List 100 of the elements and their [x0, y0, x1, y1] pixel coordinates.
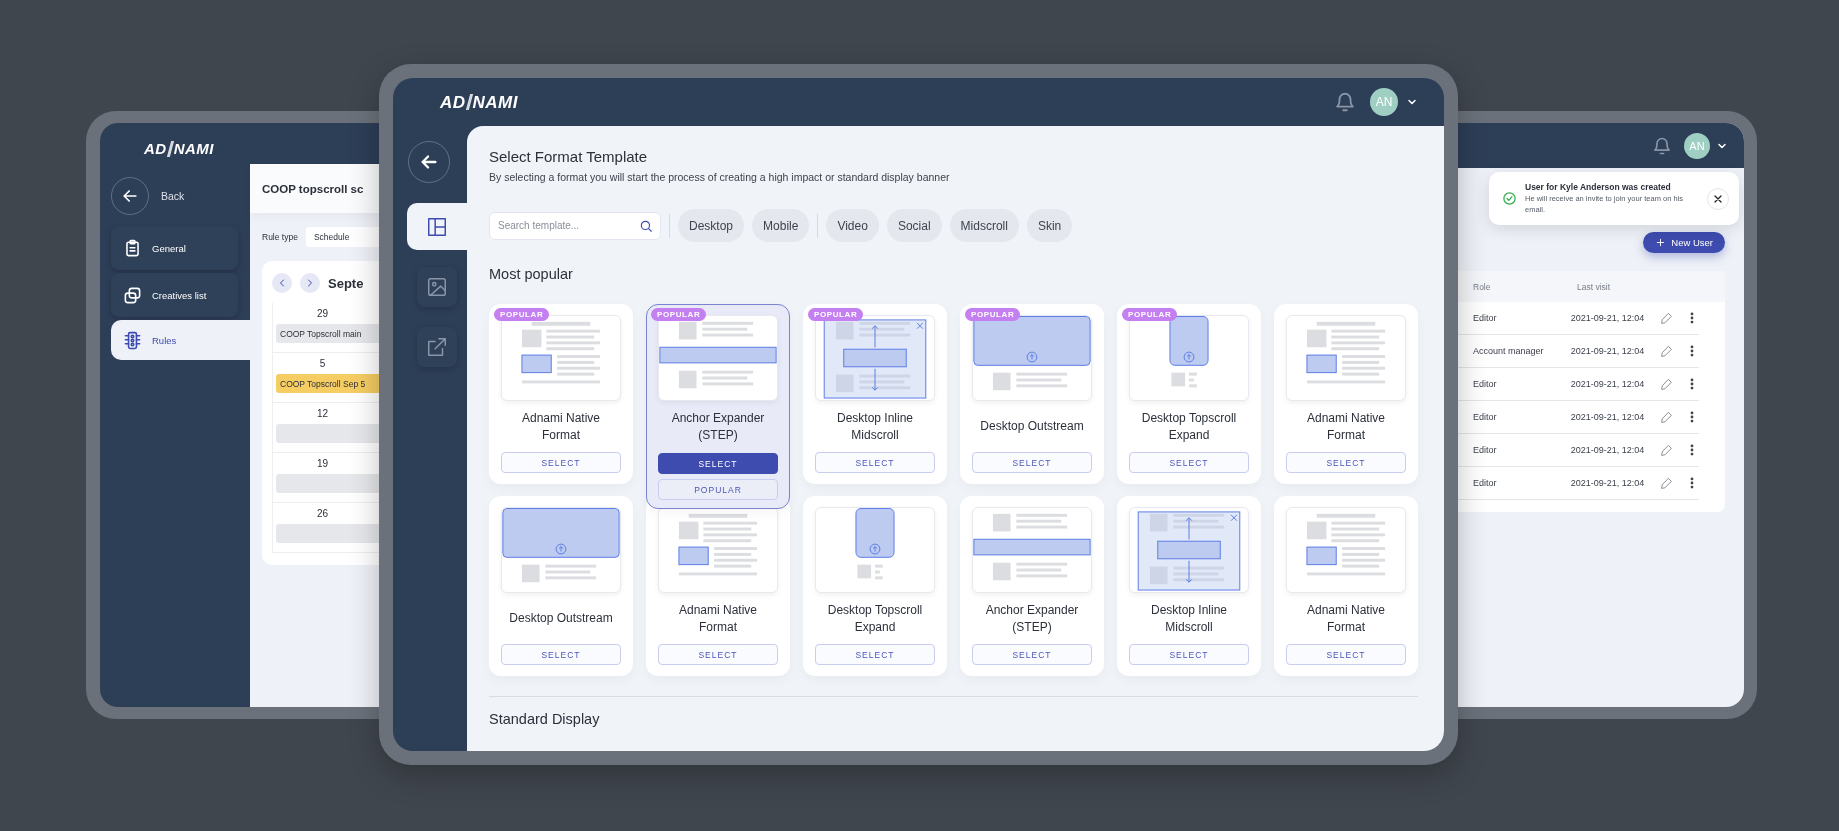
template-name: Anchor Expander (STEP)	[984, 601, 1080, 636]
filter-chip[interactable]: Desktop	[678, 209, 745, 242]
plus-icon	[1655, 237, 1667, 248]
image-icon	[426, 275, 448, 298]
template-name: Desktop Topscroll Expand	[1140, 409, 1238, 444]
pencil-icon	[1660, 443, 1673, 457]
filter-chip[interactable]: Social	[886, 209, 942, 242]
column-header: Role	[1473, 281, 1492, 292]
template-card[interactable]: POPULAR Adnami Native Format SELECT	[489, 304, 633, 484]
bell-icon	[1334, 91, 1356, 113]
page-title: COOP topscroll sc	[250, 164, 379, 213]
day-number: 12	[315, 408, 330, 419]
select-button[interactable]: SELECT	[815, 452, 935, 473]
new-user-button[interactable]: New User	[1643, 232, 1725, 253]
nav-item[interactable]: Rules	[111, 320, 250, 360]
table-cell-text: Account manager	[1473, 346, 1545, 356]
toast-title: User for Kyle Anderson was created	[1525, 182, 1672, 192]
select-button[interactable]: SELECT	[501, 452, 621, 473]
template-card[interactable]: POPULAR Desktop Inline Midscroll SELECT	[803, 304, 947, 484]
table-cell-text: 2021-09-21, 12:04	[1570, 346, 1646, 356]
select-button[interactable]: SELECT	[972, 452, 1092, 473]
popular-badge: POPULAR	[965, 308, 1021, 321]
popular-badge: POPULAR	[808, 308, 864, 321]
logo: AD NAMI	[143, 139, 215, 159]
template-name: Desktop Outstream	[508, 610, 614, 628]
table-cell-text: 2021-09-21, 12:04	[1570, 313, 1646, 323]
popular-badge: POPULAR	[1122, 308, 1178, 321]
external-link-icon	[426, 335, 448, 358]
template-card[interactable]: POPULAR Desktop Outstream SELECT	[960, 304, 1104, 484]
table-cell-text: Editor	[1473, 478, 1498, 488]
popular-badge: POPULAR	[494, 308, 550, 321]
nav-item[interactable]: General	[111, 226, 238, 270]
rule-type-select[interactable]: Schedule	[305, 227, 379, 247]
next-button[interactable]	[300, 273, 320, 293]
template-name: Adnami Native Format	[1305, 601, 1386, 636]
column-header: Last visit	[1577, 281, 1612, 292]
template-card[interactable]: Desktop Outstream SELECT	[489, 496, 633, 676]
template-name: Desktop Outstream	[979, 418, 1085, 436]
select-button[interactable]: SELECT	[1286, 644, 1406, 665]
edit-button[interactable]	[1660, 344, 1673, 358]
filter-chip[interactable]: Mobile	[752, 209, 810, 242]
template-card-popover[interactable]: POPULAR Anchor Expander (STEP) SELECT POPULAR	[646, 304, 790, 509]
filter-chip[interactable]: Skin	[1026, 209, 1073, 242]
popular-button[interactable]: POPULAR	[658, 479, 778, 500]
back-label: Back	[161, 190, 185, 202]
section-title: Standard Display	[489, 711, 601, 727]
select-button[interactable]: SELECT	[972, 644, 1092, 665]
edit-button[interactable]	[1660, 476, 1673, 490]
page-subtitle: By selecting a format you will start the process of creating a high impact or standard display banner	[489, 171, 951, 183]
edit-button[interactable]	[1660, 443, 1673, 457]
select-button[interactable]: SELECT	[658, 453, 778, 474]
template-card[interactable]: Desktop Inline Midscroll SELECT	[1117, 496, 1261, 676]
template-card[interactable]: Anchor Expander (STEP) SELECT	[960, 496, 1104, 676]
search-icon	[639, 218, 653, 233]
day-number: 29	[315, 308, 330, 319]
select-button[interactable]: SELECT	[815, 644, 935, 665]
template-card[interactable]: Adnami Native Format SELECT	[1274, 496, 1418, 676]
day-number: 26	[315, 508, 330, 519]
select-button[interactable]: SELECT	[1129, 452, 1249, 473]
layout-icon	[426, 215, 448, 238]
rule-type-label: Rule type	[262, 232, 298, 242]
section-title: Most popular	[489, 266, 574, 282]
select-button[interactable]: SELECT	[658, 644, 778, 665]
template-name: Desktop Inline Midscroll	[835, 409, 914, 444]
notifications-button[interactable]	[1334, 91, 1356, 113]
sidebar-tab[interactable]	[407, 203, 467, 250]
day-number: 19	[315, 458, 330, 469]
template-name: Adnami Native Format	[677, 601, 758, 636]
traffic-light-icon	[123, 330, 142, 350]
pencil-icon	[1660, 344, 1673, 358]
template-card[interactable]: POPULAR Desktop Topscroll Expand SELECT	[1117, 304, 1261, 484]
previous-button[interactable]	[272, 273, 292, 293]
page-title: Select Format Template	[489, 148, 649, 165]
pencil-icon	[1660, 476, 1673, 490]
clipboard-icon	[123, 238, 142, 258]
pencil-icon	[1660, 311, 1673, 325]
select-button[interactable]: SELECT	[501, 644, 621, 665]
table-cell-text: Editor	[1473, 379, 1498, 389]
table-cell-text: 2021-09-21, 12:04	[1570, 478, 1646, 488]
nav-item[interactable]: Creatives list	[111, 273, 238, 317]
table-cell-text: 2021-09-21, 12:04	[1570, 412, 1646, 422]
edit-button[interactable]	[1660, 377, 1673, 391]
select-button[interactable]: SELECT	[1286, 452, 1406, 473]
select-button[interactable]: SELECT	[1129, 644, 1249, 665]
layers-icon	[123, 285, 142, 305]
template-card[interactable]: Adnami Native Format SELECT	[1274, 304, 1418, 484]
table-cell-text: 2021-09-21, 12:04	[1570, 445, 1646, 455]
template-card[interactable]: Desktop Topscroll Expand SELECT	[803, 496, 947, 676]
calendar-event[interactable]: COOP Topscroll main	[276, 324, 379, 343]
template-name: Desktop Topscroll Expand	[826, 601, 924, 636]
filter-chip[interactable]: Midscroll	[949, 209, 1019, 242]
search-field[interactable]: Search template...	[489, 211, 661, 240]
edit-button[interactable]	[1660, 410, 1673, 424]
table-cell-text: 2021-09-21, 12:04	[1570, 379, 1646, 389]
notifications-button[interactable]	[1652, 135, 1672, 156]
edit-button[interactable]	[1660, 311, 1673, 325]
pencil-icon	[1660, 377, 1673, 391]
calendar-event[interactable]: COOP Topscroll Sep 5	[276, 374, 379, 393]
close-button[interactable]	[1707, 187, 1729, 210]
filter-chip[interactable]: Video	[826, 209, 879, 242]
